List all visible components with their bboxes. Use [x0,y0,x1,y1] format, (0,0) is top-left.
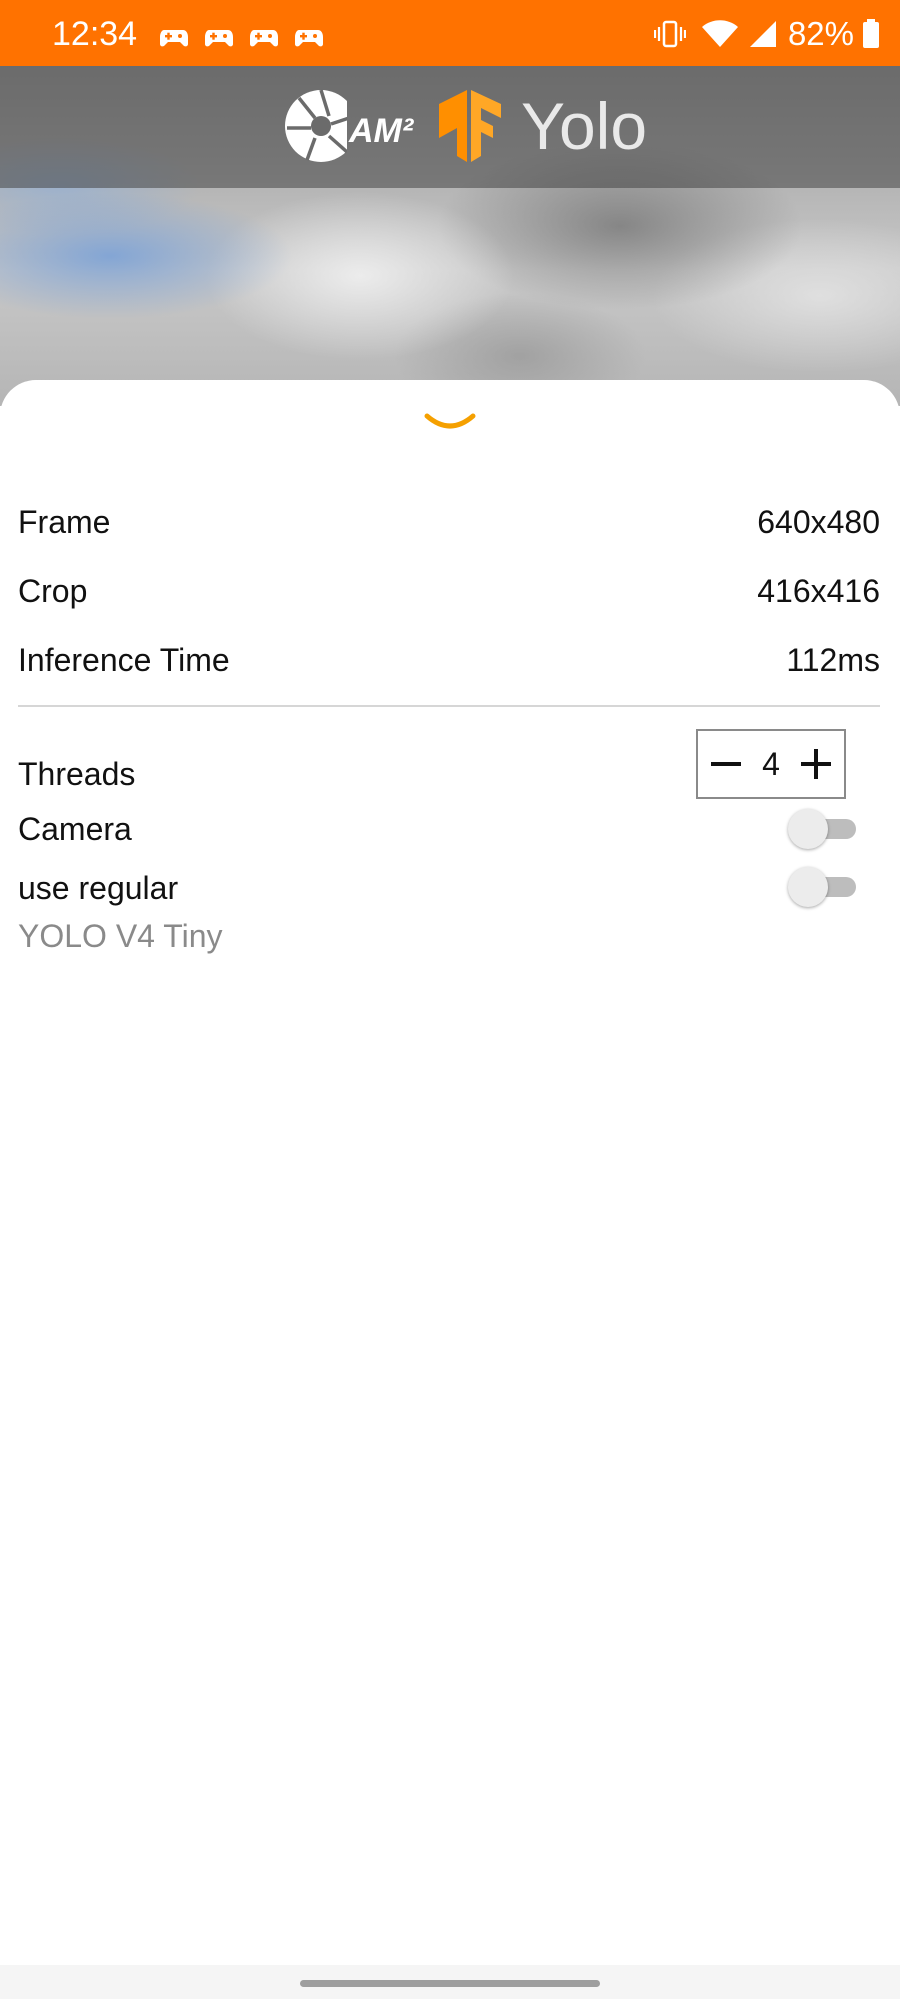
stat-value: 112ms [786,642,880,678]
use-regular-label: use regular [18,870,179,906]
am2-logo-text: AM² [348,112,415,150]
status-time: 12:34 [52,15,138,53]
divider [18,705,880,707]
battery-icon [863,19,879,48]
camera-label: Camera [18,811,132,847]
switch-thumb [788,867,828,907]
bottom-sheet: Frame 640x480 Crop 416x416 Inference Tim… [0,380,900,1965]
use-regular-row: use regular [18,868,178,908]
system-status: 82% [653,15,880,52]
chevron-down-icon[interactable] [423,410,477,440]
stat-row-frame: Frame 640x480 [18,502,880,542]
aperture-logo-icon [285,89,347,162]
stat-label: Inference Time [18,642,230,678]
camera-toggle[interactable] [788,809,860,849]
plus-icon [800,749,831,779]
game-controller-icon [295,30,323,47]
vibrate-icon [653,20,686,48]
stat-row-crop: Crop 416x416 [18,571,880,611]
model-name: YOLO V4 Tiny [18,918,223,954]
status-bar: 12:34 82% [0,0,900,66]
switch-thumb [788,809,828,849]
threads-decrement-button[interactable] [698,731,754,797]
minus-icon [711,762,741,766]
stat-value: 640x480 [757,504,880,540]
threads-label: Threads [18,756,136,792]
wifi-icon [701,20,738,47]
logo-text: AM² [348,112,415,150]
app-toolbar: AM² Yolo [0,66,900,188]
app-logo: AM² Yolo [285,86,647,166]
game-controller-icon [160,30,188,47]
tensorflow-logo-icon [439,90,501,162]
stat-value: 416x416 [757,573,880,609]
use-regular-toggle[interactable] [788,867,860,907]
stat-label: Frame [18,504,111,540]
stat-row-inference-time: Inference Time 112ms [18,640,880,680]
game-controller-icon [205,30,233,47]
navigation-bar [0,1965,900,1999]
stat-label: Crop [18,573,88,609]
camera-row: Camera [18,809,132,849]
game-controller-icon [250,30,278,47]
battery-percent: 82% [787,15,854,52]
home-indicator[interactable] [300,1980,600,1987]
threads-value: 4 [762,745,780,782]
threads-increment-button[interactable] [788,731,844,797]
threads-row: Threads [18,754,135,794]
threads-stepper: 4 [696,729,846,799]
app-title: Yolo [521,89,648,163]
signal-icon [749,21,776,47]
notification-icons [158,26,324,50]
